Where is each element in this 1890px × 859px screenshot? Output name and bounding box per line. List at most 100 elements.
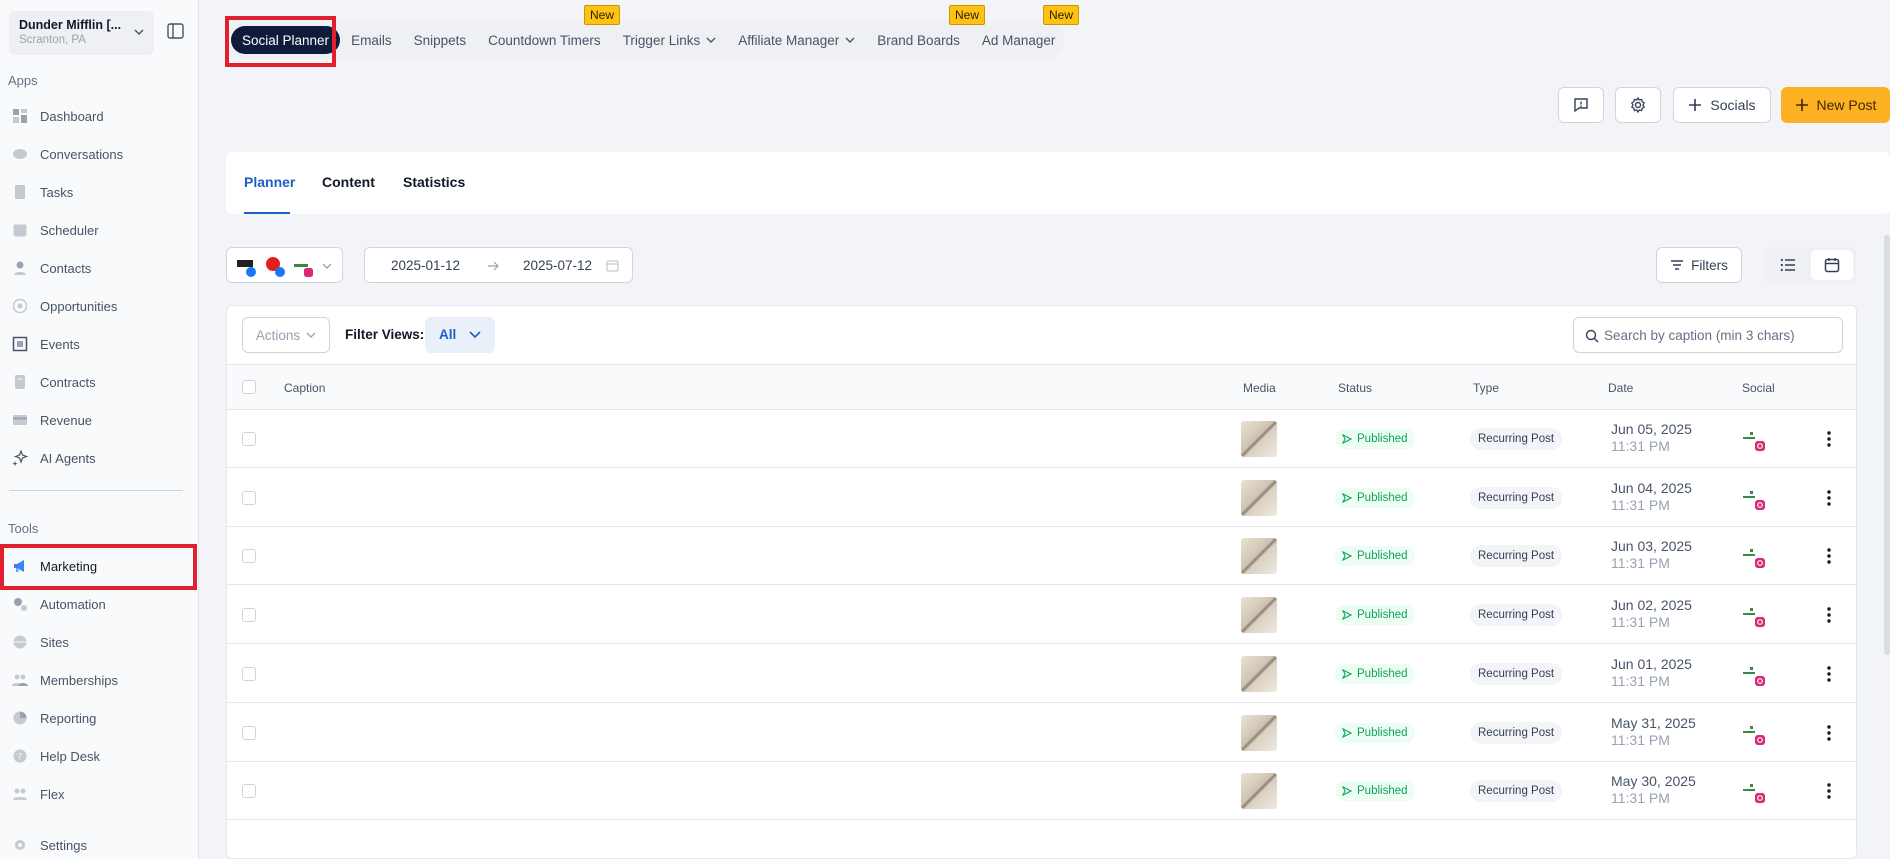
filters-button[interactable]: Filters [1656, 247, 1742, 283]
page-scrollbar[interactable] [1884, 235, 1890, 655]
tab-snippets[interactable]: Snippets [403, 26, 478, 54]
post-time: 11:31 PM [1611, 790, 1670, 807]
media-thumbnail[interactable] [1241, 655, 1277, 692]
sidebar-collapse-icon[interactable] [167, 23, 184, 39]
calendar-icon [12, 222, 28, 238]
sidebar-item-opportunities[interactable]: Opportunities [0, 291, 199, 321]
account-switcher[interactable]: Dunder Mifflin [... Scranton, PA [9, 11, 154, 55]
sidebar-item-flex[interactable]: Flex [0, 779, 199, 809]
sidebar-item-automation[interactable]: Automation [0, 589, 199, 619]
social-accounts-select[interactable] [226, 247, 343, 283]
select-all-checkbox[interactable] [242, 380, 256, 394]
table-row[interactable]: Published Recurring Post Jun 04, 2025 11:31… [227, 469, 1856, 527]
filter-views-select[interactable]: All [425, 317, 495, 353]
marketing-top-nav: Social Planner Emails Snippets Countdown Ti… [226, 21, 1064, 59]
tab-label: Brand Boards [877, 32, 960, 48]
media-thumbnail[interactable] [1241, 479, 1277, 516]
post-time: 11:31 PM [1611, 555, 1670, 572]
type-badge: Recurring Post [1470, 604, 1563, 627]
plus-icon [1795, 99, 1808, 111]
row-menu-button[interactable] [1822, 547, 1836, 565]
sidebar-item-contacts[interactable]: Contacts [0, 253, 199, 283]
feedback-button[interactable] [1558, 87, 1604, 123]
instagram-account-icon [1743, 784, 1765, 804]
sidebar-item-events[interactable]: Events [0, 329, 199, 359]
sidebar-item-revenue[interactable]: Revenue [0, 405, 199, 435]
row-menu-button[interactable] [1822, 782, 1836, 800]
media-thumbnail[interactable] [1241, 538, 1277, 575]
row-menu-button[interactable] [1822, 665, 1836, 683]
sidebar-item-contracts[interactable]: Contracts [0, 367, 199, 397]
row-checkbox[interactable] [242, 666, 256, 681]
media-thumbnail[interactable] [1241, 714, 1277, 751]
row-menu-button[interactable] [1822, 606, 1836, 624]
tab-emails[interactable]: Emails [340, 26, 403, 54]
type-badge: Recurring Post [1470, 662, 1563, 685]
row-checkbox[interactable] [242, 725, 256, 740]
caption-search-input[interactable]: Search by caption (min 3 chars) [1573, 317, 1843, 353]
tab-label: Affiliate Manager [738, 32, 840, 48]
row-menu-button[interactable] [1822, 430, 1836, 448]
media-thumbnail[interactable] [1241, 773, 1277, 810]
date-range-picker[interactable]: 2025-01-12 2025-07-12 [364, 247, 633, 283]
tab-label: Trigger Links [622, 32, 701, 48]
tab-trigger-links[interactable]: Trigger Links [612, 26, 728, 54]
row-checkbox[interactable] [242, 549, 256, 564]
sidebar-item-marketing[interactable]: Marketing [0, 551, 199, 581]
row-checkbox[interactable] [242, 432, 256, 446]
calendar-view-button[interactable] [1811, 250, 1853, 280]
chevron-down-icon [706, 37, 716, 43]
sidebar-item-reporting[interactable]: Reporting [0, 703, 199, 733]
document-icon [12, 374, 28, 390]
active-tab-indicator [244, 212, 290, 214]
sidebar-item-settings[interactable]: Settings [0, 830, 199, 859]
sidebar-item-label: Tasks [40, 184, 74, 200]
tab-affiliate-manager[interactable]: Affiliate Manager [727, 26, 866, 54]
table-row[interactable]: Published Recurring Post Jun 02, 2025 11:31… [227, 586, 1856, 645]
actions-dropdown[interactable]: Actions [242, 317, 330, 353]
row-menu-button[interactable] [1822, 489, 1836, 507]
media-thumbnail[interactable] [1241, 421, 1277, 457]
row-checkbox[interactable] [242, 490, 256, 505]
sidebar-item-scheduler[interactable]: Scheduler [0, 215, 199, 245]
tab-social-planner[interactable]: Social Planner [231, 26, 341, 54]
tab-ad-manager[interactable]: Ad Manager [971, 26, 1067, 54]
new-post-button[interactable]: New Post [1781, 87, 1890, 123]
settings-button[interactable] [1615, 87, 1661, 123]
add-socials-button[interactable]: Socials [1673, 87, 1771, 123]
media-thumbnail[interactable] [1241, 597, 1277, 634]
table-row[interactable]: Published Recurring Post Jun 05, 2025 11:31… [227, 410, 1856, 468]
group-icon [12, 672, 28, 688]
sidebar-item-help-desk[interactable]: ? Help Desk [0, 741, 199, 771]
tab-planner[interactable]: Planner [244, 174, 295, 190]
table-row[interactable]: Published Recurring Post May 30, 2025 11:31… [227, 762, 1856, 821]
sidebar-item-ai-agents[interactable]: AI Agents [0, 443, 199, 473]
tab-countdown-timers[interactable]: Countdown Timers [477, 26, 612, 54]
table-row[interactable]: Published Recurring Post Jun 01, 2025 11:31… [227, 645, 1856, 703]
post-date: May 30, 2025 [1611, 773, 1696, 790]
post-date: Jun 01, 2025 [1611, 655, 1692, 672]
tab-label: Countdown Timers [488, 32, 601, 48]
row-menu-button[interactable] [1822, 724, 1836, 742]
table-row[interactable]: Published Recurring Post Jun 03, 2025 11:31… [227, 527, 1856, 586]
sidebar-item-sites[interactable]: Sites [0, 627, 199, 657]
tab-brand-boards[interactable]: Brand Boards [866, 26, 971, 54]
column-media: Media [1243, 381, 1276, 395]
status-badge: Published [1335, 663, 1415, 684]
sidebar-item-tasks[interactable]: Tasks [0, 177, 199, 207]
type-badge: Recurring Post [1470, 486, 1563, 509]
tab-content[interactable]: Content [322, 174, 375, 190]
list-view-button[interactable] [1767, 250, 1809, 280]
dashboard-icon [12, 108, 28, 124]
table-row[interactable]: Published Recurring Post May 31, 2025 11:31… [227, 704, 1856, 762]
column-date: Date [1608, 381, 1634, 395]
sidebar-item-label: Automation [40, 596, 106, 612]
tab-statistics[interactable]: Statistics [403, 174, 465, 190]
sidebar-item-dashboard[interactable]: Dashboard [0, 101, 199, 131]
status-badge: Published [1335, 429, 1415, 449]
sidebar-item-memberships[interactable]: Memberships [0, 665, 199, 695]
row-checkbox[interactable] [242, 608, 256, 623]
status-text: Published [1357, 433, 1408, 445]
row-checkbox[interactable] [242, 784, 256, 799]
sidebar-item-conversations[interactable]: Conversations [0, 139, 199, 169]
